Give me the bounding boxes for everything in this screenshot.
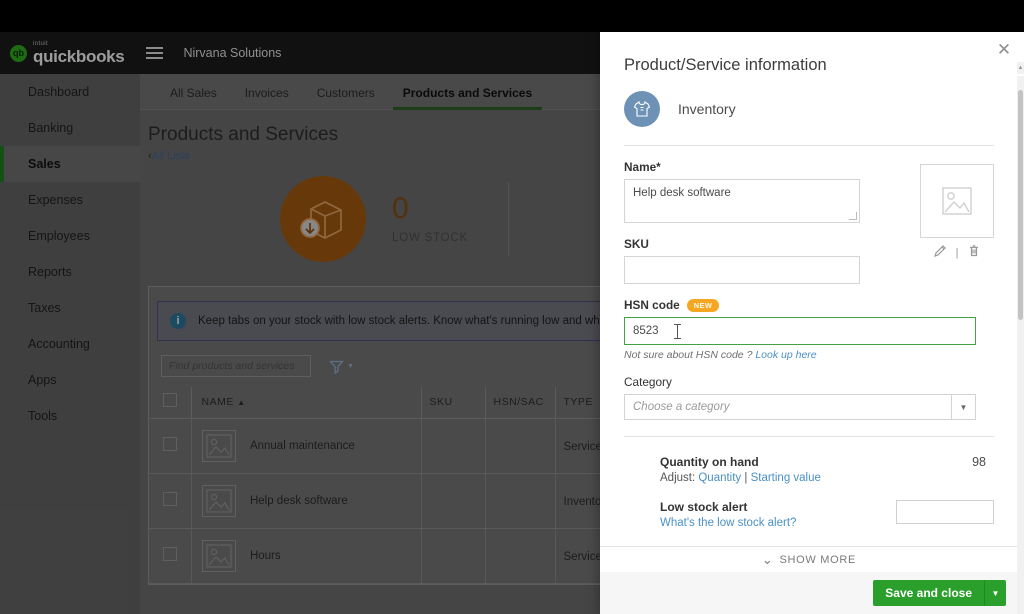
tshirt-inventory-icon [624, 91, 660, 127]
panel-footer: Save and close ▼ [600, 572, 1018, 614]
adjust-prefix: Adjust: [660, 472, 699, 484]
category-select-value: Choose a category [633, 401, 730, 413]
hsn-hint-text: Not sure about HSN code ? [624, 349, 756, 361]
quantity-on-hand-label: Quantity on hand [660, 455, 759, 469]
hsn-lookup-link[interactable]: Look up here [755, 349, 816, 361]
app-root: qb intuit quickbooks Nirvana Solutions D… [0, 0, 1024, 614]
adjust-quantity-link[interactable]: Quantity [698, 472, 741, 484]
show-more-label: SHOW MORE [779, 553, 857, 566]
panel-title: Product/Service information [624, 56, 827, 74]
save-and-close-button[interactable]: Save and close ▼ [873, 580, 1006, 606]
product-type-label: Inventory [678, 101, 736, 117]
hsn-label: HSN code [624, 298, 680, 312]
low-stock-alert-row: Low stock alert What's the low stock ale… [660, 500, 994, 529]
hsn-input-value: 8523 [633, 325, 659, 337]
quantity-block: Quantity on hand Adjust: Quantity | Star… [624, 455, 994, 529]
image-tools: | [920, 244, 994, 261]
hsn-field-group: HSN code NEW 8523 Not sure about HSN cod… [624, 298, 994, 361]
product-image-thumbnail[interactable] [920, 164, 994, 238]
browser-chrome-strip [0, 0, 1024, 32]
low-stock-help-link[interactable]: What's the low stock alert? [660, 517, 796, 529]
quantity-on-hand-value: 98 [972, 455, 986, 469]
product-service-panel: ✕ Product/Service information Inventory … [600, 32, 1024, 614]
save-dropdown-toggle[interactable]: ▼ [984, 580, 1006, 606]
scroll-up-arrow-icon[interactable]: ▲ [1017, 62, 1024, 74]
hsn-hint: Not sure about HSN code ? Look up here [624, 349, 994, 361]
low-stock-help: What's the low stock alert? [660, 517, 796, 529]
adjust-separator: | [741, 472, 751, 484]
low-stock-alert-input[interactable] [896, 500, 994, 524]
save-and-close-label: Save and close [885, 586, 972, 600]
divider [624, 145, 994, 146]
category-label: Category [624, 375, 672, 389]
chevron-down-icon[interactable]: ▼ [951, 395, 975, 419]
pencil-edit-icon[interactable] [933, 244, 947, 261]
low-stock-alert-label: Low stock alert [660, 500, 748, 514]
sku-input[interactable] [624, 256, 860, 284]
hsn-input[interactable]: 8523 [624, 317, 976, 345]
trash-delete-icon[interactable] [967, 244, 981, 261]
category-select[interactable]: Choose a category ▼ [624, 394, 976, 420]
hsn-label-row: HSN code NEW [624, 298, 994, 312]
name-input[interactable]: Help desk software [624, 179, 860, 223]
adjust-starting-value-link[interactable]: Starting value [751, 472, 821, 484]
product-type-row: Inventory [624, 91, 994, 145]
panel-scrollbar-thumb[interactable] [1018, 90, 1023, 320]
panel-scroll-area: Product/Service information Inventory Na… [600, 32, 1018, 546]
category-field-group: Category Choose a category ▼ [624, 375, 994, 420]
new-badge: NEW [686, 298, 720, 312]
divider [624, 436, 994, 437]
panel-scrollbar[interactable] [1017, 76, 1024, 614]
separator: | [955, 246, 959, 259]
text-cursor-icon [674, 324, 681, 339]
quantity-on-hand-row: Quantity on hand Adjust: Quantity | Star… [660, 455, 994, 484]
quantity-adjust-links: Adjust: Quantity | Starting value [660, 472, 821, 484]
show-more-toggle[interactable]: ⌄ SHOW MORE [600, 546, 1018, 572]
